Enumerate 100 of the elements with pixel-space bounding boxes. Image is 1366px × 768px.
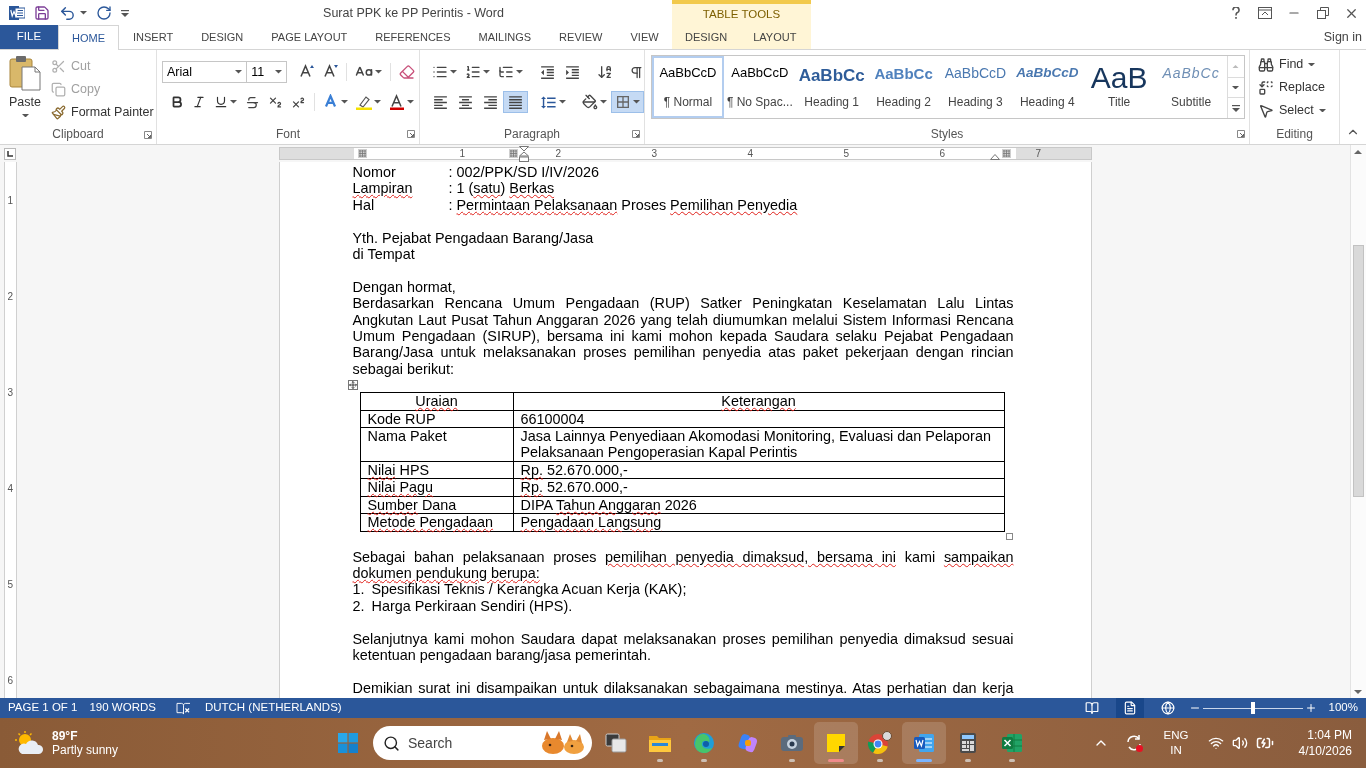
- proofing-icon[interactable]: [175, 701, 191, 715]
- table-resize-handle-icon[interactable]: [1005, 532, 1013, 540]
- window-title: Surat PPK ke PP Perintis - Word: [323, 4, 504, 22]
- zoom-slider-thumb[interactable]: [1251, 702, 1255, 714]
- editing-command[interactable]: Select: [1258, 99, 1339, 122]
- ruler-number: 5: [843, 148, 850, 159]
- borders-icon: [615, 94, 631, 110]
- dialog-launcher-icon[interactable]: [144, 131, 152, 139]
- pilcrow-icon: [629, 64, 644, 80]
- ribbon-tab[interactable]: LAYOUT: [740, 25, 810, 49]
- camera-icon: [780, 734, 804, 752]
- word-app-icon[interactable]: [9, 5, 25, 21]
- search-input[interactable]: Search: [408, 732, 530, 754]
- ribbon-tab[interactable]: REFERENCES: [361, 25, 465, 49]
- taskbar-search-bar[interactable]: Search: [373, 726, 592, 760]
- superscript-icon: [291, 94, 306, 110]
- strikethrough-icon: [245, 94, 260, 110]
- ribbon-tab[interactable]: REVIEW: [545, 25, 617, 49]
- wifi-icon: [1208, 735, 1224, 751]
- alignment-button[interactable]: [503, 91, 528, 113]
- style-item[interactable]: AaBbCcD Heading 3: [939, 56, 1012, 118]
- style-item[interactable]: AaBbCc Heading 2: [867, 56, 940, 118]
- editing-command[interactable]: Replace: [1258, 76, 1339, 99]
- volume-icon: [1232, 735, 1248, 751]
- copy-icon: [51, 82, 66, 97]
- caret-icon: [1318, 108, 1326, 113]
- table-cell: Rp. 52.670.000,-: [513, 478, 1004, 497]
- list-item-text: Spesifikasi Teknis / Kerangka Acuan Kerja (KAK);: [371, 581, 687, 598]
- style-item[interactable]: AaBbCcD Heading 4: [1011, 56, 1084, 118]
- tab-stop-selector-icon[interactable]: [4, 147, 16, 160]
- word-count[interactable]: 190 WORDS: [89, 699, 156, 717]
- ribbon-tab[interactable]: MAILINGS: [464, 25, 546, 49]
- letter-field-value: : 002/PPK/SD I/IV/2026: [448, 164, 599, 181]
- paste-button[interactable]: Paste: [3, 53, 47, 121]
- ribbon-tab[interactable]: INSERT: [119, 25, 188, 49]
- scrollbar-thumb[interactable]: [1353, 245, 1364, 497]
- style-item[interactable]: AaBbCc Subtitle: [1155, 56, 1227, 118]
- style-item[interactable]: AaBbCc Heading 1: [795, 56, 868, 118]
- font-size-field[interactable]: 11: [247, 61, 287, 83]
- save-button[interactable]: [34, 5, 50, 21]
- style-item[interactable]: AaBbCcD ¶ No Spac...: [723, 56, 796, 118]
- clipboard-command[interactable]: Format Painter: [51, 101, 154, 124]
- page-count[interactable]: PAGE 1 OF 1: [8, 699, 78, 717]
- redo-button[interactable]: [96, 5, 112, 21]
- font-name-field[interactable]: Arial: [162, 61, 248, 83]
- ribbon-tab[interactable]: FILE: [0, 25, 58, 49]
- column-marker-icon[interactable]: [508, 149, 518, 158]
- ribbon-tab[interactable]: VIEW: [616, 25, 673, 49]
- style-item[interactable]: AaB Title: [1083, 56, 1156, 118]
- weather-widget[interactable]: 89°F Partly sunny: [14, 729, 119, 757]
- undo-icon: [59, 4, 76, 22]
- borders-button[interactable]: [611, 91, 644, 113]
- ruler-number: 2: [555, 148, 562, 159]
- paintbrush-icon: [51, 105, 66, 120]
- language-indicator[interactable]: DUTCH (NETHERLANDS): [204, 699, 342, 717]
- dialog-launcher-icon[interactable]: [1237, 130, 1245, 138]
- group-label: Paragraph: [503, 125, 560, 143]
- undo-button[interactable]: [59, 4, 87, 22]
- taskbar-app-button[interactable]: [902, 722, 946, 764]
- caret-icon: [483, 70, 490, 74]
- zoom-level[interactable]: 100%: [1318, 699, 1366, 717]
- ruler-number: 1: [459, 148, 466, 159]
- style-item[interactable]: AaBbCcD ¶ Normal: [652, 56, 724, 118]
- ribbon-tab[interactable]: DESIGN: [672, 25, 741, 49]
- caret-icon: [374, 100, 381, 104]
- column-header: Uraian: [360, 392, 513, 411]
- bold-icon: [170, 95, 184, 109]
- right-indent-marker-icon[interactable]: [989, 154, 1000, 160]
- word-processor-icon: [913, 732, 935, 754]
- restore-icon: [1316, 7, 1329, 19]
- editing-command[interactable]: Find: [1258, 53, 1339, 76]
- sign-in-link[interactable]: Sign in: [1323, 28, 1362, 47]
- ribbon-tab[interactable]: DESIGN: [187, 25, 258, 49]
- caret-icon: [450, 70, 457, 74]
- dialog-launcher-icon[interactable]: [407, 130, 415, 138]
- browser-icon: [867, 731, 893, 755]
- task-view-icon: [605, 733, 627, 753]
- salutation: Dengan hormat,: [352, 278, 457, 296]
- caret-icon: [230, 100, 237, 104]
- ribbon-tab[interactable]: HOME: [58, 25, 119, 50]
- table-move-handle-icon[interactable]: [347, 380, 358, 391]
- list-number: 2.: [352, 597, 366, 615]
- zoom-in-button[interactable]: [1304, 702, 1318, 714]
- column-marker-icon[interactable]: [357, 149, 367, 158]
- customize-toolbar-button[interactable]: [121, 9, 129, 17]
- ribbon-tab[interactable]: PAGE LAYOUT: [257, 25, 362, 49]
- vertical-scrollbar[interactable]: [1350, 145, 1366, 698]
- dialog-launcher-icon[interactable]: [632, 130, 640, 138]
- align-center-icon: [457, 93, 474, 111]
- search-icon: [383, 734, 400, 752]
- indent-marker-icon[interactable]: [518, 146, 529, 162]
- table-cell: 66100004: [513, 410, 1004, 428]
- input-language-button[interactable]: ENG IN: [1158, 728, 1194, 758]
- gallery-scroll-down-button[interactable]: [1228, 77, 1244, 98]
- column-marker-icon[interactable]: [1001, 149, 1011, 158]
- read-mode-icon: [1085, 701, 1099, 715]
- clock[interactable]: 1:04 PM 4/10/2026: [1286, 727, 1352, 759]
- caret-icon: [375, 70, 383, 74]
- table-cell: Nilai HPS: [360, 461, 513, 479]
- print-layout-button[interactable]: [1116, 698, 1144, 718]
